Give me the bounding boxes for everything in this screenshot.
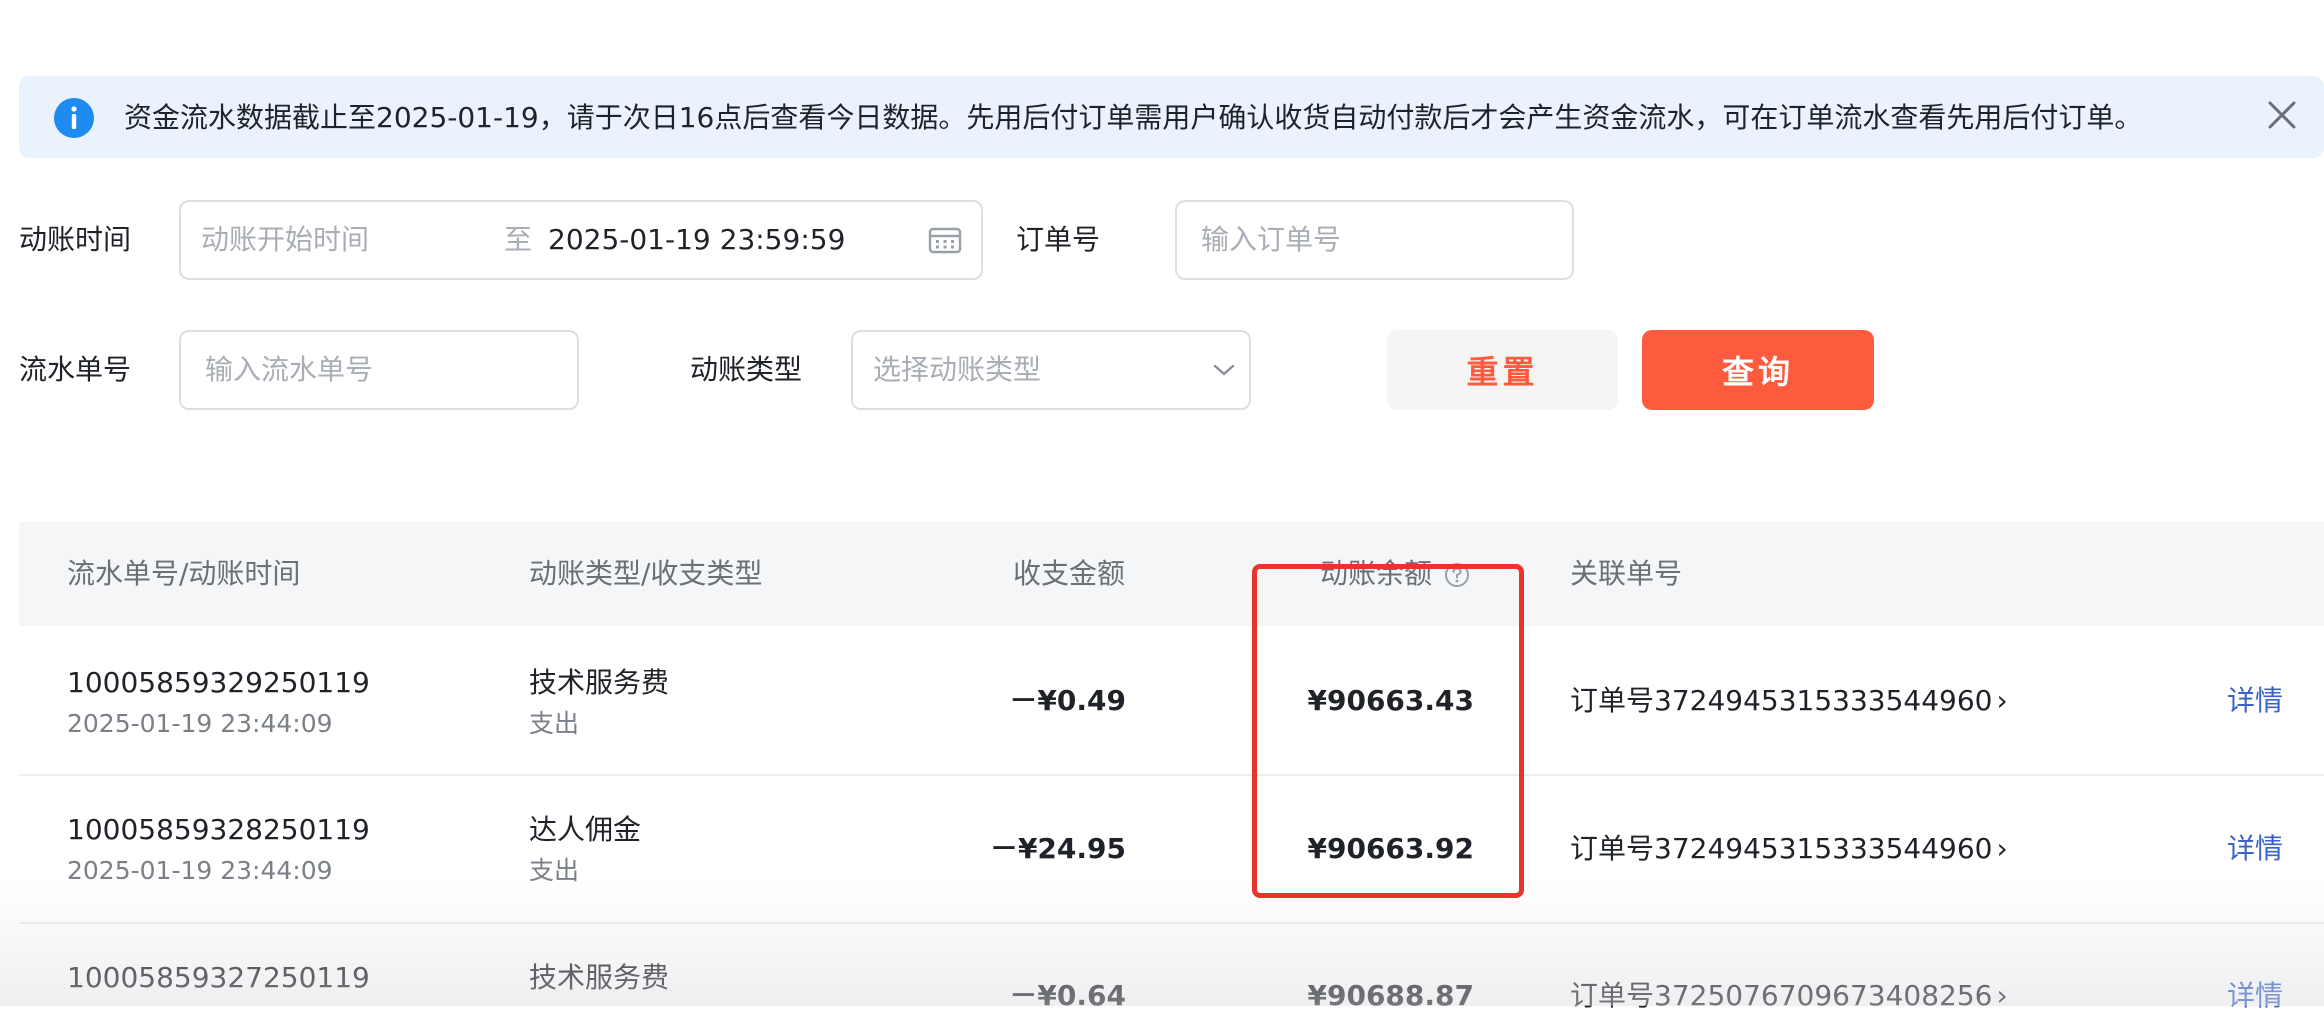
close-icon[interactable]: [2265, 98, 2299, 132]
chevron-down-icon[interactable]: [1212, 362, 1236, 378]
row3-related[interactable]: 订单号3725076709673408256: [1570, 979, 1992, 1012]
row1-related[interactable]: 订单号3724945315333544960: [1570, 684, 1992, 717]
order-label: 订单号: [1016, 223, 1101, 256]
row2-related-link[interactable]: 订单号3724945315333544960 ›: [1570, 829, 2008, 869]
row1-amount: －¥0.49: [1009, 684, 1126, 717]
chevron-right-icon: ›: [1996, 979, 2008, 1012]
highlight-box: [1252, 564, 1524, 898]
row2-related[interactable]: 订单号3724945315333544960: [1570, 832, 1992, 865]
row1-related-link[interactable]: 订单号3724945315333544960 ›: [1570, 681, 2008, 721]
flow-placeholder: 输入流水单号: [205, 353, 374, 386]
row3-flow-no: 10005859327250119: [67, 961, 370, 994]
row2-flow-no: 10005859328250119: [67, 813, 370, 846]
row-divider: [19, 922, 2324, 924]
col-type-header: 动账类型/收支类型: [529, 557, 763, 590]
row-divider: [19, 774, 2324, 776]
calendar-icon[interactable]: [928, 226, 962, 254]
flow-label: 流水单号: [19, 353, 132, 386]
row1-flow-no: 10005859329250119: [67, 666, 370, 699]
query-button[interactable]: 查询: [1642, 330, 1874, 410]
type-placeholder: 选择动账类型: [873, 353, 1042, 386]
notice-text: 资金流水数据截止至2025-01-19，请于次日16点后查看今日数据。先用后付订…: [124, 101, 2143, 134]
chevron-right-icon: ›: [1996, 684, 2008, 717]
col-amount-header: 收支金额: [1013, 557, 1126, 590]
chevron-right-icon: ›: [1996, 832, 2008, 865]
order-placeholder: 输入订单号: [1201, 223, 1342, 256]
table-header: [19, 522, 2324, 626]
row2-direction: 支出: [529, 856, 580, 885]
row1-type: 技术服务费: [529, 666, 670, 699]
info-icon: [54, 98, 94, 138]
row1-time: 2025-01-19 23:44:09: [67, 709, 333, 738]
type-label: 动账类型: [690, 353, 803, 386]
row3-balance: ¥90688.87: [1307, 979, 1475, 1012]
date-start-input[interactable]: 动账开始时间: [201, 220, 369, 260]
row1-detail-link[interactable]: 详情: [2227, 681, 2283, 721]
reset-button[interactable]: 重置: [1387, 330, 1618, 410]
row2-detail-link[interactable]: 详情: [2227, 829, 2283, 869]
row3-related-link[interactable]: 订单号3725076709673408256 ›: [1570, 976, 2008, 1016]
row2-time: 2025-01-19 23:44:09: [67, 856, 333, 885]
date-end-input[interactable]: 2025-01-19 23:59:59: [548, 220, 845, 260]
row3-amount: －¥0.64: [1009, 979, 1126, 1012]
date-separator: 至: [504, 223, 533, 256]
col-related-header: 关联单号: [1570, 557, 1683, 590]
row2-amount: －¥24.95: [989, 832, 1126, 865]
row3-detail-link[interactable]: 详情: [2227, 976, 2283, 1016]
row2-type: 达人佣金: [529, 813, 642, 846]
date-label: 动账时间: [19, 223, 132, 256]
row3-type: 技术服务费: [529, 961, 670, 994]
col-flow-header: 流水单号/动账时间: [67, 557, 301, 590]
row1-direction: 支出: [529, 709, 580, 738]
